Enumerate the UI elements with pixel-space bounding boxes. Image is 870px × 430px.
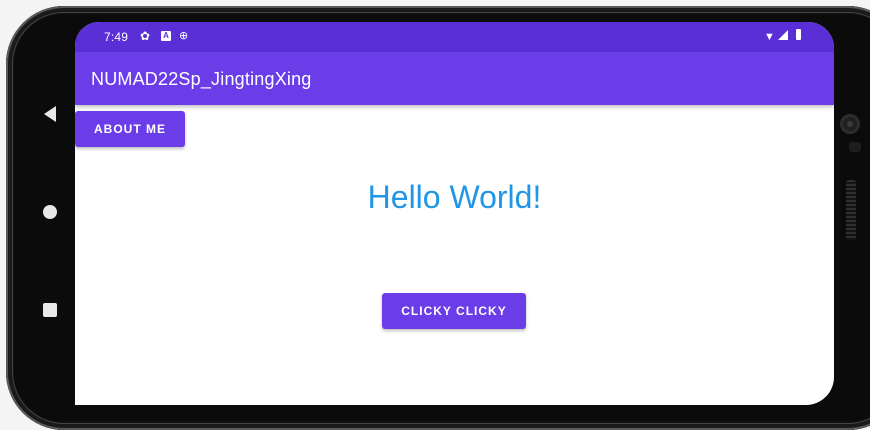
camera-icon	[840, 114, 860, 134]
clicky-clicky-button[interactable]: CLICKY CLICKY	[382, 293, 526, 329]
signal-icon	[778, 30, 788, 40]
gear-icon: ✿	[140, 29, 151, 43]
device-screen: 7:49 ✿ A ⊕ ▼ NUMAD22Sp_JingtingXing ABOU…	[75, 22, 834, 405]
a-icon: A	[161, 31, 171, 41]
home-icon[interactable]	[43, 205, 57, 219]
back-icon[interactable]	[44, 106, 56, 122]
app-title: NUMAD22Sp_JingtingXing	[91, 69, 312, 89]
battery-icon	[796, 29, 801, 40]
status-time: 7:49	[104, 30, 129, 44]
wifi-icon: ▼	[764, 31, 775, 43]
speaker-grille	[846, 180, 856, 240]
hello-world-text: Hello World!	[367, 179, 542, 215]
mic-icon: ⊕	[179, 30, 189, 42]
recents-icon[interactable]	[43, 303, 57, 317]
about-me-button[interactable]: ABOUT ME	[75, 111, 185, 147]
sensor	[849, 142, 861, 152]
app-bar: NUMAD22Sp_JingtingXing	[75, 52, 834, 105]
status-bar: 7:49 ✿ A ⊕ ▼	[75, 22, 834, 52]
